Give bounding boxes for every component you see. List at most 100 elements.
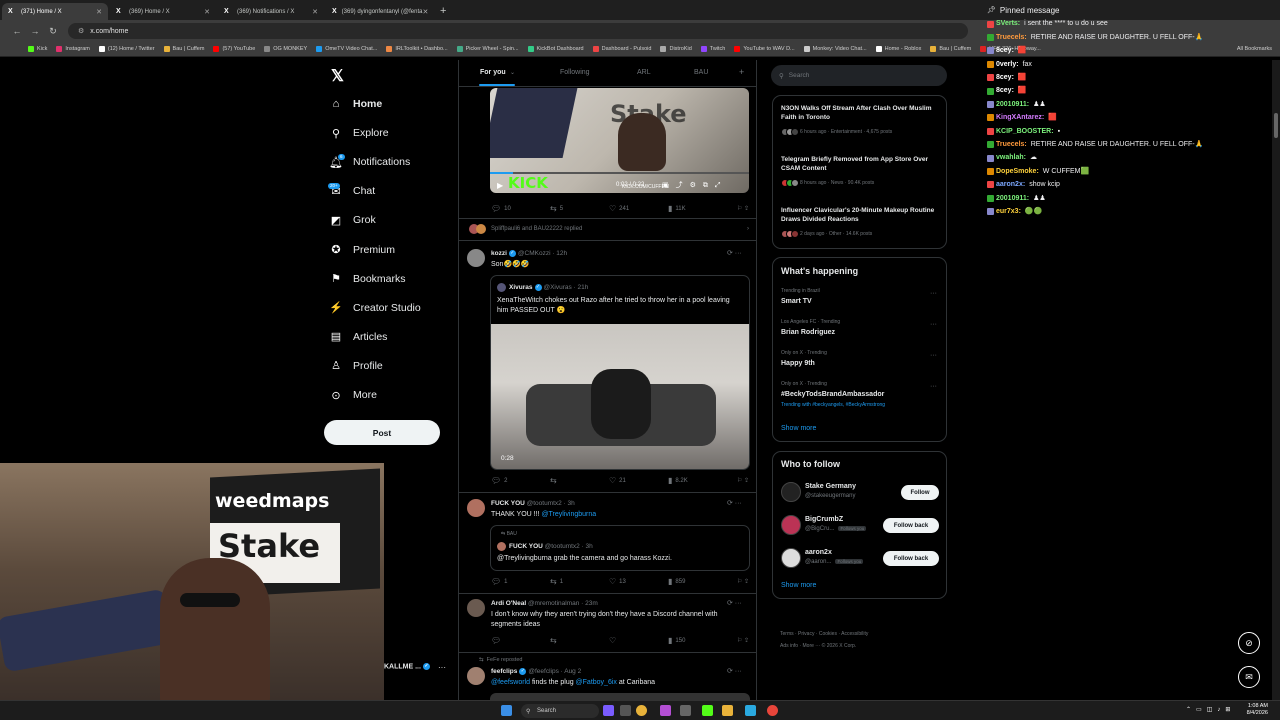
views-button[interactable]: ▮ 8.2K [668, 476, 727, 485]
app-icon[interactable] [745, 705, 756, 716]
author-name[interactable]: Ardi O'Neal [491, 600, 526, 607]
replied-notice[interactable]: Spliffpauli6 and BAU22222 replied › [469, 224, 749, 234]
like-button[interactable]: ♡ 13 [609, 577, 668, 586]
trend-name[interactable]: Happy 9th [781, 360, 815, 367]
news-headline[interactable]: Telegram Briefly Removed from App Store … [781, 155, 941, 173]
author-handle[interactable]: @mremotinalman · 23m [528, 600, 598, 607]
video-progress[interactable] [490, 172, 749, 174]
follow-button[interactable]: Follow back [883, 518, 939, 533]
quoted-tweet[interactable]: ⇆ BAU FUCK YOU @tootumtx2 · 3h @Treylivi… [490, 525, 750, 571]
author-handle[interactable]: @feefclips · Aug 2 [528, 668, 581, 675]
chat-username[interactable]: 8cey: [996, 84, 1014, 97]
chat-username[interactable]: 8cey: [996, 71, 1014, 84]
grok-icon[interactable]: ⊘ [1238, 632, 1260, 654]
reply-button[interactable]: 💬︎ 1 [491, 577, 550, 586]
chat-username[interactable]: 0verly: [996, 58, 1019, 71]
bookmark-item[interactable]: KickBot Dashboard [527, 46, 584, 52]
bookmark-item[interactable]: (57) YouTube [213, 46, 255, 52]
reply-button[interactable]: 💬︎ 2 [491, 476, 550, 485]
browser-tab[interactable]: X (371) Home / X ✕ [2, 3, 108, 20]
app-icon[interactable] [603, 705, 614, 716]
more-options-icon[interactable]: ··· [930, 352, 937, 359]
nav-item-explore[interactable]: ⚲ Explore [329, 125, 389, 141]
play-icon[interactable]: ▶ [497, 181, 503, 190]
nav-item-home[interactable]: ⌂ Home [329, 96, 383, 112]
nav-item-premium[interactable]: ✪ Premium [329, 242, 395, 258]
video-controls-icon[interactable]: ▣⤴⚙⧉⤢ [662, 180, 728, 190]
avatar[interactable] [467, 499, 485, 517]
repost-button[interactable]: ⇆ 5 [550, 204, 609, 213]
views-button[interactable]: ▮ 859 [668, 577, 727, 586]
bookmark-item[interactable]: Twitch [700, 46, 725, 52]
nav-item-profile[interactable]: ♙ Profile [329, 358, 383, 374]
tab-bau[interactable]: BAU [694, 69, 708, 76]
news-headline[interactable]: N3ON Walks Off Stream After Clash Over M… [781, 104, 941, 122]
mention-link[interactable]: @Treylivingburna [541, 511, 596, 518]
trend-extra[interactable]: Trending with #beckyangels, #BeckyArmstr… [781, 402, 885, 408]
follow-button[interactable]: Follow back [883, 551, 939, 566]
avatar[interactable] [467, 667, 485, 685]
author-name[interactable]: feefclips [491, 668, 517, 675]
bookmark-item[interactable]: Dashboard - Pulsoid [592, 46, 651, 52]
bookmark-item[interactable]: Kick [28, 46, 47, 52]
search-input[interactable]: ⚲ Search [771, 65, 947, 86]
chat-username[interactable]: 8cey: [996, 44, 1014, 57]
quote-video[interactable]: 0:28 [491, 324, 749, 469]
chrome-icon[interactable] [636, 705, 647, 716]
chat-username[interactable]: 20010911: [996, 98, 1029, 111]
tab-for-you[interactable]: For you [480, 69, 506, 76]
bookmark-item[interactable]: IRLToolkit • Dashbo... [386, 46, 448, 52]
reply-button[interactable]: 💬︎ 10 [491, 204, 550, 213]
bookmark-item[interactable]: Picker Wheel - Spin... [456, 46, 519, 52]
avatar[interactable] [781, 515, 801, 535]
views-button[interactable]: ▮ 150 [668, 636, 727, 645]
author-handle[interactable]: @CMKozzi · 12h [518, 250, 567, 257]
media-preview[interactable] [490, 693, 750, 700]
repost-button[interactable]: ⇆ [550, 636, 609, 645]
trend-name[interactable]: Brian Rodriguez [781, 329, 835, 336]
more-options-icon[interactable]: ··· [930, 321, 937, 328]
more-options-icon[interactable]: ··· [930, 290, 937, 297]
news-headline[interactable]: Influencer Clavicular's 20-Minute Makeup… [781, 206, 941, 224]
bookmark-share-icons[interactable]: ⚐ ⇪ [737, 476, 749, 485]
tab-following[interactable]: Following [560, 69, 590, 76]
taskbar-search[interactable]: ⚲ Search [521, 704, 599, 718]
quoted-tweet[interactable]: Xivuras ✓ @Xivuras · 21h XenaTheWitch chok… [490, 275, 750, 470]
address-bar[interactable]: ⚙ x.com/home [68, 23, 968, 39]
like-button[interactable]: ♡ [609, 636, 668, 645]
bookmark-item[interactable]: Bau | Cuffem [163, 46, 204, 52]
chrome-icon[interactable] [767, 705, 778, 716]
bookmark-item[interactable]: Home - Roblox [875, 46, 921, 52]
x-logo-icon[interactable]: 𝕏 [331, 66, 344, 86]
nav-item-grok[interactable]: ◩ Grok [329, 212, 376, 228]
kick-icon[interactable] [702, 705, 713, 716]
folder-icon[interactable] [722, 705, 733, 716]
browser-tab[interactable]: X (369) dyingonfentanyl (@fenta ✕ [326, 3, 432, 20]
bookmark-item[interactable]: (12) Home / Twitter [98, 46, 155, 52]
clock[interactable]: 1:08 AM 8/4/2026 [1247, 703, 1268, 717]
chat-username[interactable]: KingXAntarez: [996, 111, 1044, 124]
bookmark-item[interactable]: YouTube to WAV D... [734, 46, 795, 52]
author-name[interactable]: kozzi [491, 250, 507, 257]
more-options-icon[interactable]: ⟳ ··· [727, 499, 742, 507]
close-tab-icon[interactable]: ✕ [312, 8, 318, 16]
like-button[interactable]: ♡ 241 [609, 204, 668, 213]
account-more-icon[interactable]: ··· [438, 663, 446, 672]
close-tab-icon[interactable]: ✕ [422, 8, 428, 16]
bookmark-share-icons[interactable]: ⚐ ⇪ [737, 577, 749, 586]
nav-item-creator-studio[interactable]: ⚡ Creator Studio [329, 300, 421, 316]
browser-tab[interactable]: X (369) Notifications / X ✕ [218, 3, 324, 20]
chat-username[interactable]: SVerts: [996, 17, 1020, 30]
app-icon[interactable] [680, 705, 691, 716]
chat-username[interactable]: eur7x3: [996, 205, 1021, 218]
forward-icon[interactable]: → [26, 26, 44, 36]
footer-line[interactable]: Terms · Privacy · Cookies · Accessibilit… [780, 628, 940, 640]
mention-link[interactable]: @feefsworld [491, 679, 530, 686]
show-more-link[interactable]: Show more [781, 425, 816, 432]
bookmark-share-icons[interactable]: ⚐ ⇪ [737, 204, 749, 213]
views-button[interactable]: ▮ 11K [668, 204, 727, 213]
start-icon[interactable] [501, 705, 512, 716]
chat-username[interactable]: 20010911: [996, 192, 1029, 205]
chat-username[interactable]: Truecels: [996, 31, 1027, 44]
chat-username[interactable]: aaron2x: [996, 178, 1025, 191]
